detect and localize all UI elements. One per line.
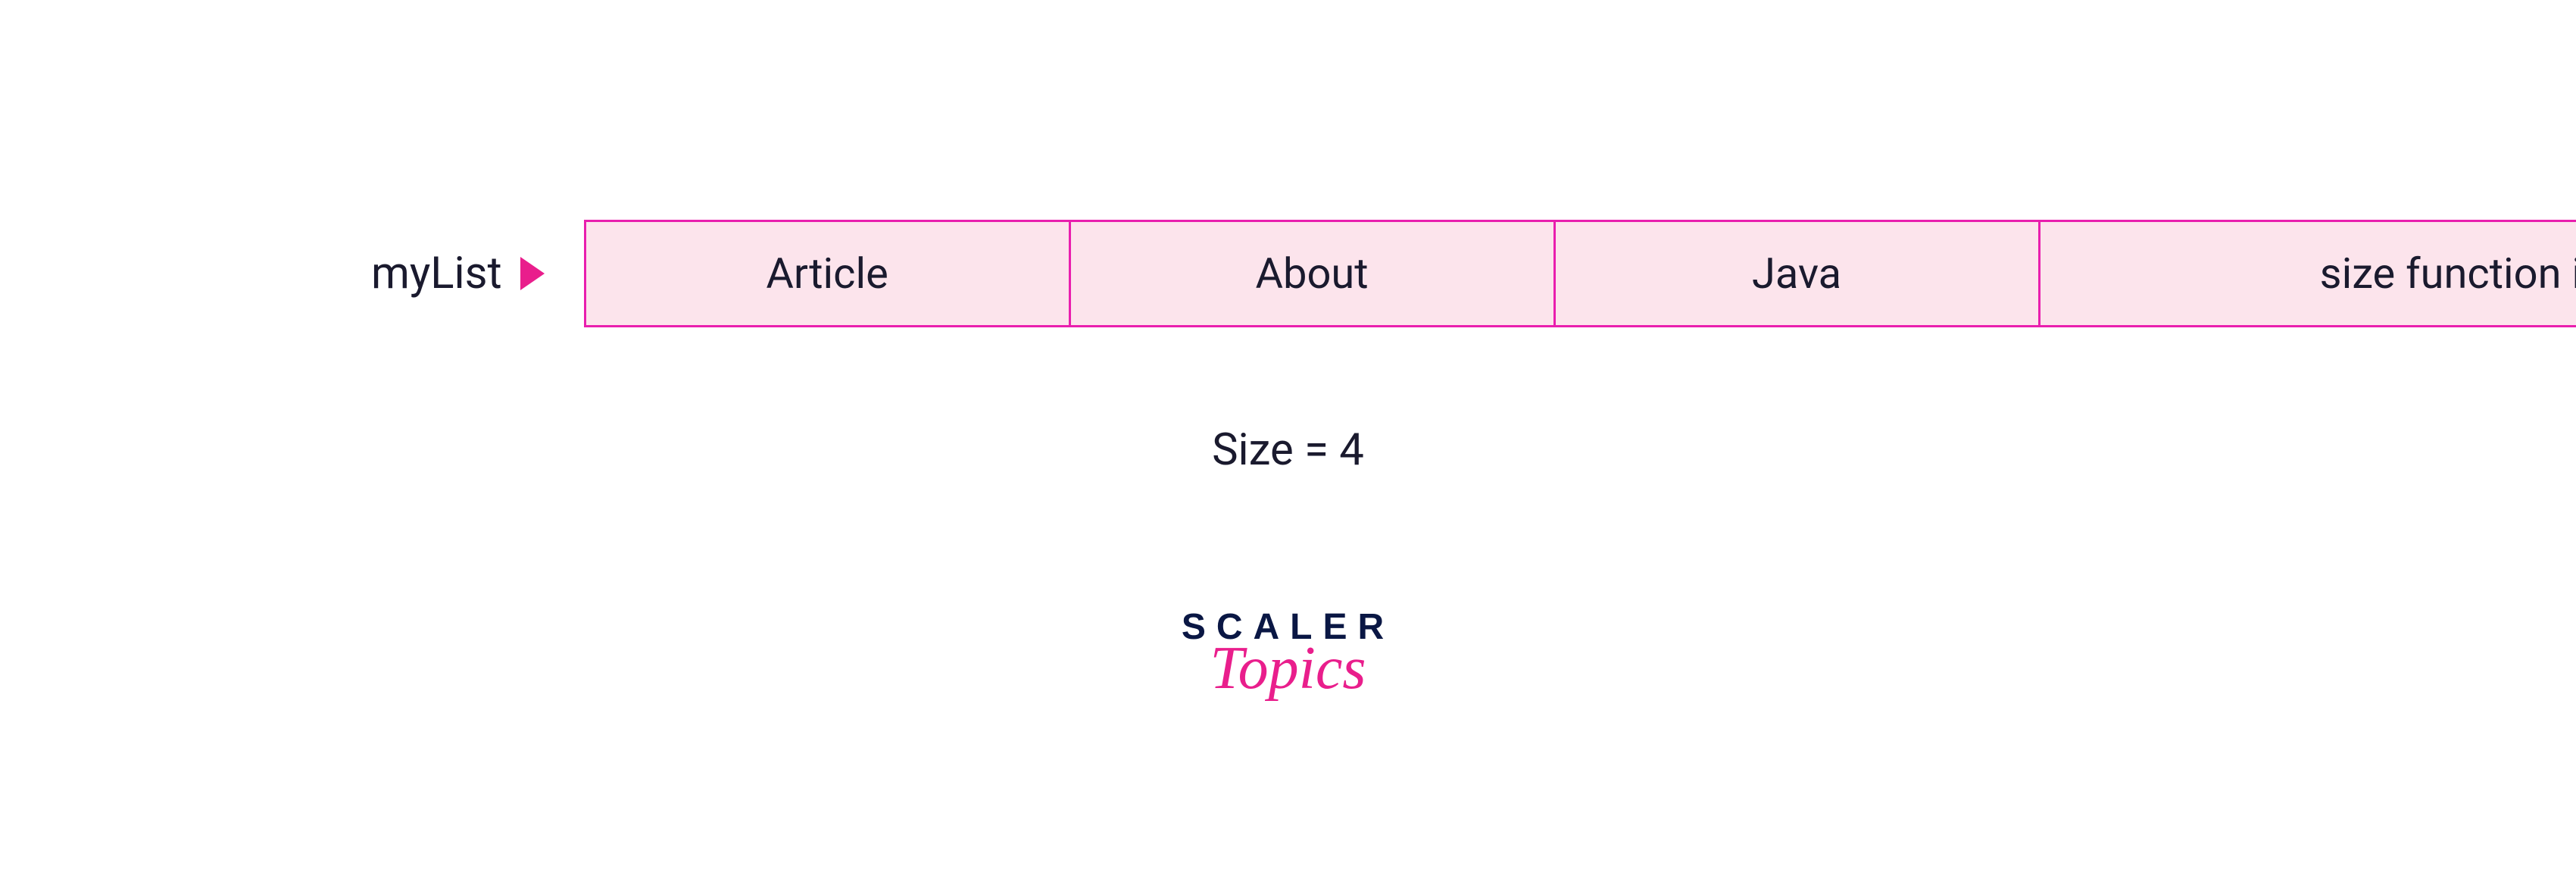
- list-variable-label: myList: [371, 248, 502, 299]
- list-cell: size function in java: [2041, 222, 2576, 325]
- size-label: Size = 4: [0, 424, 2576, 476]
- arrow-icon: [520, 257, 545, 290]
- list-cell: About: [1071, 222, 1556, 325]
- scaler-logo: SCALER Topics: [0, 606, 2576, 703]
- list-cell: Article: [586, 222, 1071, 325]
- logo-text-topics: Topics: [1210, 634, 1366, 703]
- list-cell: Java: [1556, 222, 2041, 325]
- list-table: Article About Java size function in java: [584, 220, 2576, 327]
- list-diagram: myList Article About Java size function …: [371, 220, 2576, 327]
